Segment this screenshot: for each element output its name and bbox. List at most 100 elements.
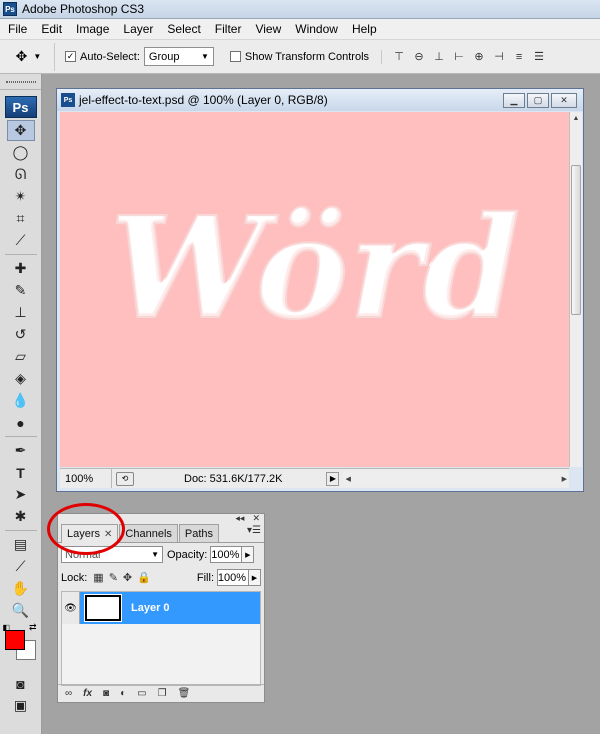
app-title: Adobe Photoshop CS3 — [22, 2, 145, 16]
document-canvas[interactable]: Wörd — [60, 112, 569, 467]
lasso-tool-icon[interactable]: ᘏ — [7, 164, 35, 185]
move-tool-icon[interactable]: ✥ — [6, 120, 35, 141]
lock-image-icon[interactable]: ✎ — [109, 571, 118, 584]
tool-preset-picker[interactable]: ✥ ▼ — [3, 42, 55, 71]
tab-layers[interactable]: Layers ✕ — [61, 524, 119, 543]
eyedropper-tool-icon[interactable]: ⟋ — [7, 556, 35, 577]
lock-transparency-icon[interactable]: ▦ — [93, 571, 103, 584]
align-left-icon[interactable]: ⊢ — [452, 50, 466, 64]
blend-row: Normal ▼ Opacity: 100% ▶ — [58, 543, 264, 566]
document-status-bar: 100% ⟲ Doc: 531.6K/177.2K ▶ ◀ ▶ — [60, 468, 569, 488]
align-bottom-icon[interactable]: ⊥ — [432, 50, 446, 64]
document-info: Doc: 531.6K/177.2K — [184, 472, 283, 485]
foreground-color-swatch[interactable] — [4, 630, 25, 650]
trash-icon[interactable]: 🗑 — [178, 688, 191, 699]
zoom-tool-icon[interactable]: 🔍 — [7, 600, 35, 621]
path-selection-icon[interactable]: ➤ — [7, 484, 35, 505]
vertical-scroll-thumb[interactable] — [571, 165, 581, 315]
custom-shape-icon[interactable]: ✱ — [7, 506, 35, 527]
minimize-button[interactable]: ▁ — [503, 92, 525, 108]
show-transform-option: Show Transform Controls — [229, 51, 369, 63]
screen-mode-icon[interactable]: ▣ — [7, 695, 35, 716]
layer-row[interactable]: 👁 Layer 0 — [62, 592, 260, 624]
lock-position-icon[interactable]: ✥ — [123, 571, 132, 584]
ps-logo[interactable]: Ps — [4, 96, 37, 118]
scroll-right-icon[interactable]: ▶ — [562, 475, 567, 483]
slice-tool-icon[interactable]: ⟋ — [7, 230, 35, 251]
vertical-scrollbar[interactable]: ▲ — [569, 112, 582, 467]
blend-mode-dropdown[interactable]: Normal ▼ — [61, 546, 163, 563]
blur-tool-icon[interactable]: 💧 — [7, 390, 35, 411]
brush-tool-icon[interactable]: ✎ — [7, 280, 35, 301]
hand-tool-icon[interactable]: ✋ — [7, 578, 35, 599]
menu-view[interactable]: View — [248, 22, 288, 36]
lock-all-icon[interactable]: 🔒 — [137, 571, 151, 584]
eraser-tool-icon[interactable]: ▱ — [7, 346, 35, 367]
auto-select-value: Group — [148, 50, 180, 63]
fill-label: Fill: — [196, 571, 214, 584]
marquee-tool-icon[interactable]: ◯ — [7, 142, 35, 163]
paint-bucket-icon[interactable]: ◈ — [7, 368, 35, 389]
layer-style-icon[interactable]: fx — [83, 688, 92, 699]
distribute-top-icon[interactable]: ≡ — [512, 50, 526, 64]
menu-window[interactable]: Window — [288, 22, 345, 36]
menu-edit[interactable]: Edit — [34, 22, 69, 36]
document-title-bar[interactable]: Ps jel-effect-to-text.psd @ 100% (Layer … — [57, 89, 583, 111]
notes-tool-icon[interactable]: ▤ — [7, 534, 35, 555]
panel-bottom-bar: ∞ fx ◙ ◐ ▭ ❐ 🗑 — [58, 684, 264, 702]
swap-colors-icon[interactable]: ⇄ — [29, 622, 37, 633]
distribute-center-icon[interactable]: ☰ — [532, 50, 546, 64]
tab-close-icon[interactable]: ✕ — [104, 529, 112, 540]
panel-menu-icon[interactable]: ▾☰ — [247, 525, 261, 536]
new-group-icon[interactable]: ▭ — [137, 688, 146, 699]
align-hcenter-icon[interactable]: ⊕ — [472, 50, 486, 64]
magic-wand-icon[interactable]: ✴ — [7, 186, 35, 207]
layer-mask-icon[interactable]: ◙ — [103, 688, 109, 699]
pen-tool-icon[interactable]: ✒ — [7, 440, 35, 461]
maximize-button[interactable]: ▢ — [527, 92, 549, 108]
document-title: jel-effect-to-text.psd @ 100% (Layer 0, … — [79, 93, 328, 107]
scroll-left-icon[interactable]: ◀ — [345, 475, 350, 483]
auto-select-dropdown[interactable]: Group ▼ — [143, 47, 214, 66]
fill-field[interactable]: 100% — [217, 569, 249, 586]
layer-name[interactable]: Layer 0 — [131, 602, 170, 614]
chevron-down-icon: ▼ — [151, 550, 159, 559]
adjustment-layer-icon[interactable]: ◐ — [120, 688, 126, 699]
history-brush-icon[interactable]: ↺ — [7, 324, 35, 345]
type-tool-icon[interactable]: T — [7, 462, 35, 483]
auto-select-checkbox[interactable]: ✓ — [65, 51, 76, 62]
healing-brush-icon[interactable]: ✚ — [7, 258, 35, 279]
menu-help[interactable]: Help — [345, 22, 384, 36]
opacity-slider-arrow-icon[interactable]: ▶ — [242, 546, 255, 563]
menu-image[interactable]: Image — [69, 22, 116, 36]
align-vcenter-icon[interactable]: ⊖ — [412, 50, 426, 64]
status-menu-arrow-icon[interactable]: ▶ — [326, 471, 340, 486]
align-top-icon[interactable]: ⊤ — [392, 50, 406, 64]
eye-icon[interactable]: 👁 — [62, 592, 80, 624]
menu-select[interactable]: Select — [160, 22, 207, 36]
new-layer-icon[interactable]: ❐ — [158, 688, 167, 699]
link-layers-icon[interactable]: ∞ — [65, 688, 72, 699]
horizontal-scrollbar[interactable]: ◀ ▶ — [343, 470, 569, 487]
crop-tool-icon[interactable]: ⌗ — [7, 208, 35, 229]
lock-label: Lock: — [61, 571, 88, 584]
show-transform-checkbox[interactable] — [229, 51, 241, 62]
close-button[interactable]: ✕ — [551, 92, 577, 108]
navigator-icon[interactable]: ⟲ — [116, 471, 134, 486]
menu-filter[interactable]: Filter — [208, 22, 249, 36]
tab-channels-label: Channels — [125, 527, 172, 540]
fill-slider-arrow-icon[interactable]: ▶ — [249, 569, 261, 586]
zoom-level[interactable]: 100% — [60, 469, 112, 488]
tab-channels[interactable]: Channels — [119, 524, 178, 542]
menu-file[interactable]: File — [0, 22, 34, 36]
stamp-tool-icon[interactable]: ⊥ — [7, 302, 35, 323]
tab-paths[interactable]: Paths — [178, 524, 220, 542]
align-right-icon[interactable]: ⊣ — [492, 50, 506, 64]
layer-thumbnail[interactable] — [84, 594, 122, 622]
toolbox-grip[interactable] — [0, 74, 41, 90]
menu-layer[interactable]: Layer — [116, 22, 160, 36]
scroll-up-icon[interactable]: ▲ — [570, 112, 582, 125]
quick-mask-icon[interactable]: ◙ — [7, 673, 35, 694]
dodge-tool-icon[interactable]: ● — [7, 412, 35, 433]
opacity-field[interactable]: 100% — [210, 546, 243, 563]
